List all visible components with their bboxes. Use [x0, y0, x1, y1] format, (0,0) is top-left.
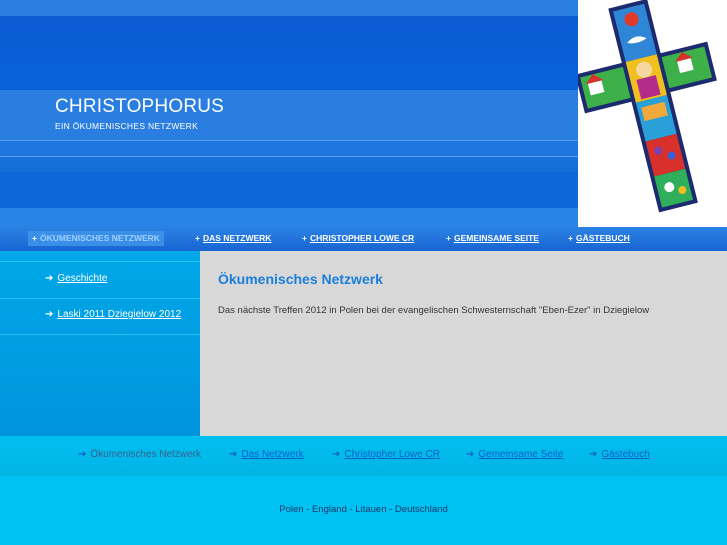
bottom-nav-label: Ökumenisches Netzwerk [90, 449, 201, 460]
sidebar-link-label: Laski 2011 Dziegielow 2012 [57, 309, 182, 320]
footer-text: Polen - England - Litauen - Deutschland [279, 504, 448, 515]
bottom-navigation: ➔ Ökumenisches Netzwerk ➔ Das Netzwerk ➔ Ch… [0, 436, 727, 476]
sidebar-link-laski-dziegielow[interactable]: ➔ Laski 2011 Dziegielow 2012 [45, 309, 181, 320]
bottom-nav-label: Gemeinsame Seite [478, 449, 564, 460]
arrow-right-icon: ➔ [466, 449, 475, 460]
top-navigation: + ÖKUMENISCHES NETZWERK + DAS NETZWERK + CH… [0, 227, 727, 251]
plus-icon: + [446, 233, 451, 243]
nav-item-label: GÄSTEBUCH [575, 233, 630, 243]
nav-item-gaestebuch[interactable]: + GÄSTEBUCH [568, 231, 630, 246]
header-line [0, 140, 578, 141]
bottom-nav-label: Christopher Lowe CR [344, 449, 440, 460]
bottom-nav-label: Das Netzwerk [241, 449, 304, 460]
arrow-right-icon: ➔ [332, 449, 341, 460]
arrow-right-icon: ➔ [229, 449, 238, 460]
main-content: Ökumenisches Netzwerk Das nächste Treffe… [200, 251, 727, 436]
arrow-right-icon: ➔ [589, 449, 598, 460]
page-title: Ökumenisches Netzwerk [218, 271, 383, 287]
bottom-nav-gaestebuch[interactable]: ➔ Gästebuch [589, 449, 650, 460]
bottom-nav-label: Gästebuch [601, 449, 650, 460]
plus-icon: + [32, 233, 37, 243]
sidebar-link-label: Geschichte [57, 273, 108, 284]
header-stripe [0, 172, 578, 208]
plus-icon: + [568, 233, 573, 243]
sidebar-item: ➔ Geschichte [0, 261, 200, 299]
bottom-nav-christopher-lowe[interactable]: ➔ Christopher Lowe CR [332, 449, 440, 460]
nav-item-label: DAS NETZWERK [202, 233, 272, 243]
bottom-nav-das-netzwerk[interactable]: ➔ Das Netzwerk [229, 449, 304, 460]
cross-logo-icon [575, 0, 717, 213]
header-stripe [0, 0, 578, 16]
logo-container [575, 0, 727, 227]
nav-item-christopher-lowe[interactable]: + CHRISTOPHER LOWE CR [302, 231, 414, 246]
arrow-right-icon: ➔ [45, 309, 54, 320]
arrow-right-icon: ➔ [78, 449, 87, 460]
site-header: CHRISTOPHORUS EIN ÖKUMENISCHES NETZWERK [0, 0, 578, 227]
plus-icon: + [302, 233, 307, 243]
nav-item-label: GEMEINSAME SEITE [453, 233, 539, 243]
nav-item-oekumenisches-netzwerk[interactable]: + ÖKUMENISCHES NETZWERK [28, 231, 164, 246]
nav-item-das-netzwerk[interactable]: + DAS NETZWERK [195, 231, 271, 246]
sidebar: ➔ Geschichte ➔ Laski 2011 Dziegielow 2012 [0, 251, 200, 436]
header-stripe [0, 142, 578, 156]
header-line [0, 156, 578, 157]
site-footer: Polen - England - Litauen - Deutschland [0, 476, 727, 545]
nav-item-label: ÖKUMENISCHES NETZWERK [39, 233, 160, 243]
nav-item-gemeinsame-seite[interactable]: + GEMEINSAME SEITE [446, 231, 539, 246]
site-subtitle: EIN ÖKUMENISCHES NETZWERK [55, 121, 199, 131]
bottom-nav-gemeinsame-seite[interactable]: ➔ Gemeinsame Seite [466, 449, 563, 460]
header-stripe [0, 208, 578, 227]
site-title: CHRISTOPHORUS [55, 96, 225, 117]
bottom-nav-oekumenisches-netzwerk: ➔ Ökumenisches Netzwerk [78, 449, 201, 460]
plus-icon: + [195, 233, 200, 243]
main-text: Das nächste Treffen 2012 in Polen bei de… [218, 305, 650, 316]
nav-item-label: CHRISTOPHER LOWE CR [309, 233, 415, 243]
sidebar-item: ➔ Laski 2011 Dziegielow 2012 [0, 298, 200, 335]
sidebar-link-geschichte[interactable]: ➔ Geschichte [45, 273, 107, 284]
arrow-right-icon: ➔ [45, 273, 54, 284]
